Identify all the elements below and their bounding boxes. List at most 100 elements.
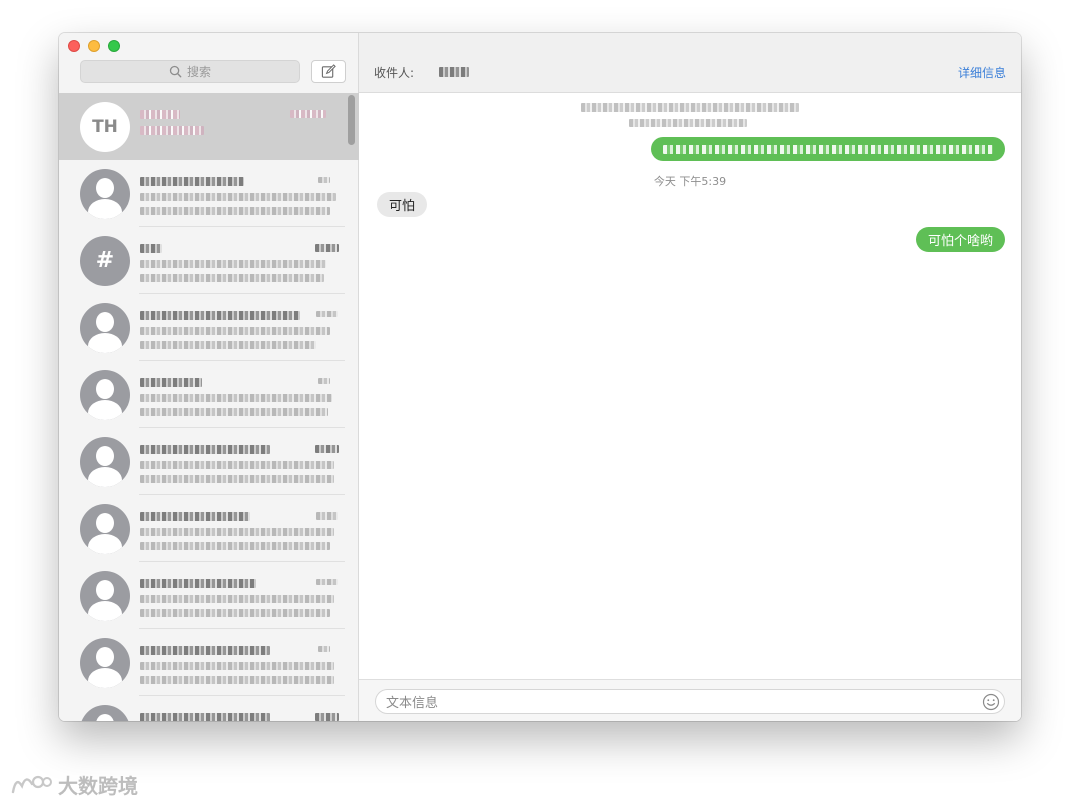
conversation-list[interactable]: TH # [59,93,359,721]
conversation-item[interactable]: # [59,227,359,294]
close-window-button[interactable] [68,40,80,52]
redacted-time [315,243,339,252]
recipient-label: 收件人: [374,66,415,80]
redacted-preview [140,259,326,268]
redacted-contact-name [140,511,250,521]
conversation-item[interactable] [59,696,359,721]
conversation-item[interactable] [59,495,359,562]
conversation-item[interactable]: TH [59,93,359,160]
window-controls [68,40,120,52]
redacted-time [316,511,338,520]
conversation-item[interactable] [59,361,359,428]
redacted-message-text [663,144,993,154]
redacted-preview [140,393,332,402]
conversation-preview [140,169,340,219]
redacted-preview [140,326,330,335]
redacted-preview [140,407,328,416]
compose-icon [321,64,336,78]
redacted-time [316,310,338,317]
redacted-time [316,578,338,585]
redacted-contact-name [140,712,270,721]
redacted-preview [140,527,334,536]
search-field[interactable]: 搜索 [80,60,300,83]
redacted-contact-name [140,645,270,655]
message-input-placeholder: 文本信息 [386,696,439,711]
sent-message-bubble[interactable]: 可怕个啥哟 [915,227,1005,252]
compose-button[interactable] [311,60,346,83]
redacted-preview [140,206,330,215]
avatar [80,168,130,219]
conversation-preview [140,370,340,420]
redacted-contact-name [140,176,244,186]
emoji-icon[interactable] [982,693,1000,711]
search-placeholder: 搜索 [186,65,211,79]
redacted-preview [140,675,334,684]
conversation-item[interactable] [59,294,359,361]
messages-window: 搜索 TH # 收件人: 详细信息 今天 下午5:39 可怕 可怕个啥哟 文本信… [59,33,1021,721]
redacted-time [318,176,330,183]
zoom-window-button[interactable] [108,40,120,52]
sidebar: 搜索 TH # [59,33,359,721]
redacted-contact-name [140,243,162,253]
watermark: 大数跨境 [10,770,138,799]
conversation-header: 收件人: 详细信息 [359,33,1021,93]
watermark-logo-icon [11,775,52,793]
redacted-preview [140,340,316,349]
redacted-thread-info [581,103,799,112]
avatar [80,302,130,353]
message-timestamp: 今天 下午5:39 [653,175,727,188]
redacted-preview [140,661,334,670]
search-icon [169,65,182,78]
redacted-contact-name [140,310,300,320]
conversation-preview [140,437,340,487]
redacted-contact-name [140,109,180,119]
message-input[interactable]: 文本信息 [375,689,1005,714]
redacted-preview [140,608,330,617]
conversation-preview [140,102,340,152]
redacted-time [318,645,330,652]
redacted-preview [140,594,334,603]
redacted-thread-info [629,119,747,127]
redacted-preview [140,541,330,550]
avatar [80,570,130,621]
conversation-item[interactable] [59,629,359,696]
minimize-window-button[interactable] [88,40,100,52]
avatar: TH [80,101,130,152]
redacted-time [315,444,339,453]
redacted-preview [140,474,334,483]
sent-message-bubble[interactable] [651,137,1005,161]
conversation-preview [140,504,340,554]
conversation-item[interactable] [59,562,359,629]
redacted-contact-name [140,578,256,588]
avatar [80,503,130,554]
conversation-item[interactable] [59,428,359,495]
message-thread: 今天 下午5:39 可怕 可怕个啥哟 [359,93,1021,679]
conversation-preview [140,571,340,621]
conversation-pane: 收件人: 详细信息 今天 下午5:39 可怕 可怕个啥哟 文本信息 [359,33,1021,721]
composer-bar: 文本信息 [359,679,1021,721]
conversation-preview [140,638,340,688]
avatar [80,637,130,688]
avatar [80,369,130,420]
details-link[interactable]: 详细信息 [958,64,1006,81]
redacted-preview [140,192,336,201]
redacted-contact-name [140,377,202,387]
avatar [80,704,130,721]
redacted-time [315,712,339,721]
redacted-contact-name [140,444,270,454]
redacted-preview [140,125,204,135]
conversation-preview [140,236,340,286]
redacted-preview [140,460,334,469]
redacted-recipient-name [439,67,469,77]
sent-message-text: 可怕个啥哟 [927,234,993,249]
received-message-text: 可怕 [389,199,416,214]
redacted-time [318,377,330,384]
received-message-bubble[interactable]: 可怕 [377,192,428,217]
sidebar-scrollbar[interactable] [348,95,355,145]
conversation-preview [140,705,340,721]
redacted-preview [140,273,324,282]
redacted-time [290,109,326,118]
conversation-item[interactable] [59,160,359,227]
avatar: # [80,235,130,286]
conversation-preview [140,303,340,353]
